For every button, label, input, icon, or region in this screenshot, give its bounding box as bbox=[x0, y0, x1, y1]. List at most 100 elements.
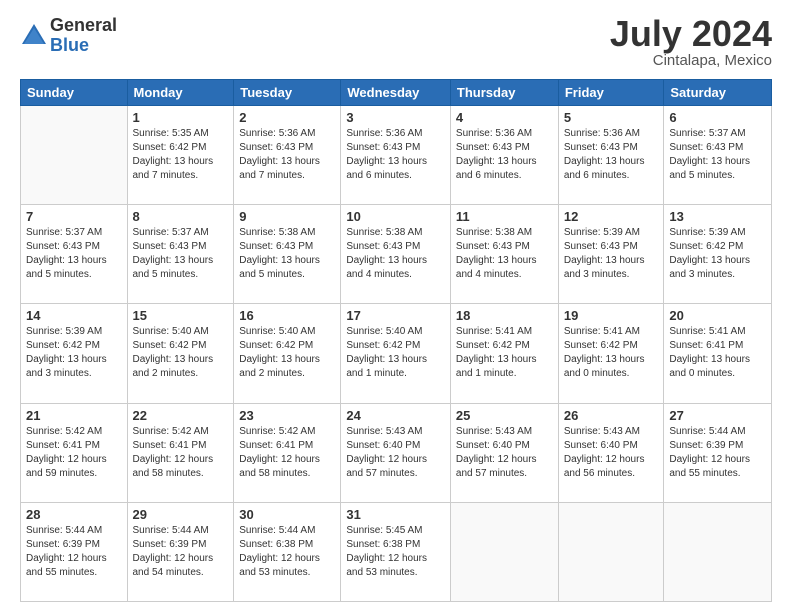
day-number: 10 bbox=[346, 209, 445, 224]
weekday-header-row: SundayMondayTuesdayWednesdayThursdayFrid… bbox=[21, 80, 772, 106]
day-number: 8 bbox=[133, 209, 229, 224]
day-detail: Sunrise: 5:41 AMSunset: 6:42 PMDaylight:… bbox=[456, 325, 553, 381]
week-row-5: 28 Sunrise: 5:44 AMSunset: 6:39 PMDayligh… bbox=[21, 502, 772, 601]
calendar-cell: 12Sunrise: 5:39 AMSunset: 6:43 PMDayligh… bbox=[558, 205, 664, 304]
calendar-cell: 22 Sunrise: 5:42 AMSunset: 6:41 PMDayligh… bbox=[127, 403, 234, 502]
day-detail: Sunrise: 5:42 AMSunset: 6:41 PMDaylight:… bbox=[133, 425, 229, 481]
calendar-cell: 20Sunrise: 5:41 AMSunset: 6:41 PMDayligh… bbox=[664, 304, 772, 403]
day-detail: Sunrise: 5:38 AMSunset: 6:43 PMDaylight:… bbox=[456, 226, 553, 282]
day-number: 6 bbox=[669, 110, 766, 125]
day-detail: Sunrise: 5:43 AMSunset: 6:40 PMDaylight:… bbox=[456, 425, 553, 481]
day-detail: Sunrise: 5:37 AMSunset: 6:43 PMDaylight:… bbox=[26, 226, 122, 282]
logo-text: General Blue bbox=[50, 16, 117, 56]
day-detail: Sunrise: 5:44 AMSunset: 6:39 PMDaylight:… bbox=[669, 425, 766, 481]
day-number: 25 bbox=[456, 408, 553, 423]
day-detail: Sunrise: 5:41 AMSunset: 6:41 PMDaylight:… bbox=[669, 325, 766, 381]
day-detail: Sunrise: 5:39 AMSunset: 6:42 PMDaylight:… bbox=[26, 325, 122, 381]
calendar-cell bbox=[558, 502, 664, 601]
day-number: 28 bbox=[26, 507, 122, 522]
day-number: 23 bbox=[239, 408, 335, 423]
day-detail: Sunrise: 5:36 AMSunset: 6:43 PMDaylight:… bbox=[564, 127, 659, 183]
calendar-cell: 2Sunrise: 5:36 AMSunset: 6:43 PMDaylight… bbox=[234, 106, 341, 205]
day-detail: Sunrise: 5:43 AMSunset: 6:40 PMDaylight:… bbox=[564, 425, 659, 481]
calendar-cell: 26 Sunrise: 5:43 AMSunset: 6:40 PMDayligh… bbox=[558, 403, 664, 502]
day-detail: Sunrise: 5:38 AMSunset: 6:43 PMDaylight:… bbox=[239, 226, 335, 282]
calendar-cell: 14 Sunrise: 5:39 AMSunset: 6:42 PMDayligh… bbox=[21, 304, 128, 403]
calendar-cell: 18 Sunrise: 5:41 AMSunset: 6:42 PMDayligh… bbox=[450, 304, 558, 403]
logo-blue-text: Blue bbox=[50, 36, 117, 56]
header: General Blue July 2024 Cintalapa, Mexico bbox=[20, 16, 772, 69]
week-row-4: 21 Sunrise: 5:42 AMSunset: 6:41 PMDayligh… bbox=[21, 403, 772, 502]
day-number: 15 bbox=[133, 308, 229, 323]
weekday-thursday: Thursday bbox=[450, 80, 558, 106]
day-detail: Sunrise: 5:36 AMSunset: 6:43 PMDaylight:… bbox=[456, 127, 553, 183]
day-detail: Sunrise: 5:44 AMSunset: 6:39 PMDaylight:… bbox=[26, 524, 122, 580]
day-number: 11 bbox=[456, 209, 553, 224]
day-number: 3 bbox=[346, 110, 445, 125]
day-detail: Sunrise: 5:41 AMSunset: 6:42 PMDaylight:… bbox=[564, 325, 659, 381]
day-number: 17 bbox=[346, 308, 445, 323]
day-detail: Sunrise: 5:39 AMSunset: 6:43 PMDaylight:… bbox=[564, 226, 659, 282]
day-number: 19 bbox=[564, 308, 659, 323]
title-block: July 2024 Cintalapa, Mexico bbox=[610, 16, 772, 69]
day-number: 4 bbox=[456, 110, 553, 125]
logo: General Blue bbox=[20, 16, 117, 56]
day-number: 26 bbox=[564, 408, 659, 423]
day-number: 24 bbox=[346, 408, 445, 423]
week-row-3: 14 Sunrise: 5:39 AMSunset: 6:42 PMDayligh… bbox=[21, 304, 772, 403]
day-detail: Sunrise: 5:44 AMSunset: 6:39 PMDaylight:… bbox=[133, 524, 229, 580]
day-number: 27 bbox=[669, 408, 766, 423]
calendar-cell: 11 Sunrise: 5:38 AMSunset: 6:43 PMDayligh… bbox=[450, 205, 558, 304]
calendar-cell: 17 Sunrise: 5:40 AMSunset: 6:42 PMDayligh… bbox=[341, 304, 451, 403]
calendar-cell: 13 Sunrise: 5:39 AMSunset: 6:42 PMDayligh… bbox=[664, 205, 772, 304]
calendar-cell: 1 Sunrise: 5:35 AMSunset: 6:42 PMDaylight… bbox=[127, 106, 234, 205]
weekday-saturday: Saturday bbox=[664, 80, 772, 106]
calendar-table: SundayMondayTuesdayWednesdayThursdayFrid… bbox=[20, 79, 772, 602]
week-row-2: 7Sunrise: 5:37 AMSunset: 6:43 PMDaylight… bbox=[21, 205, 772, 304]
day-detail: Sunrise: 5:36 AMSunset: 6:43 PMDaylight:… bbox=[346, 127, 445, 183]
calendar-cell: 28 Sunrise: 5:44 AMSunset: 6:39 PMDayligh… bbox=[21, 502, 128, 601]
calendar-cell: 21 Sunrise: 5:42 AMSunset: 6:41 PMDayligh… bbox=[21, 403, 128, 502]
day-detail: Sunrise: 5:43 AMSunset: 6:40 PMDaylight:… bbox=[346, 425, 445, 481]
day-number: 21 bbox=[26, 408, 122, 423]
calendar-cell bbox=[664, 502, 772, 601]
calendar-cell: 29Sunrise: 5:44 AMSunset: 6:39 PMDayligh… bbox=[127, 502, 234, 601]
day-detail: Sunrise: 5:37 AMSunset: 6:43 PMDaylight:… bbox=[669, 127, 766, 183]
day-number: 22 bbox=[133, 408, 229, 423]
calendar-page: General Blue July 2024 Cintalapa, Mexico… bbox=[0, 0, 792, 612]
day-detail: Sunrise: 5:45 AMSunset: 6:38 PMDaylight:… bbox=[346, 524, 445, 580]
day-detail: Sunrise: 5:42 AMSunset: 6:41 PMDaylight:… bbox=[26, 425, 122, 481]
calendar-cell: 27 Sunrise: 5:44 AMSunset: 6:39 PMDayligh… bbox=[664, 403, 772, 502]
calendar-cell: 9 Sunrise: 5:38 AMSunset: 6:43 PMDaylight… bbox=[234, 205, 341, 304]
calendar-cell: 25 Sunrise: 5:43 AMSunset: 6:40 PMDayligh… bbox=[450, 403, 558, 502]
logo-general-text: General bbox=[50, 16, 117, 36]
day-detail: Sunrise: 5:36 AMSunset: 6:43 PMDaylight:… bbox=[239, 127, 335, 183]
day-detail: Sunrise: 5:37 AMSunset: 6:43 PMDaylight:… bbox=[133, 226, 229, 282]
weekday-tuesday: Tuesday bbox=[234, 80, 341, 106]
calendar-cell bbox=[450, 502, 558, 601]
day-number: 30 bbox=[239, 507, 335, 522]
calendar-cell: 30 Sunrise: 5:44 AMSunset: 6:38 PMDayligh… bbox=[234, 502, 341, 601]
day-detail: Sunrise: 5:39 AMSunset: 6:42 PMDaylight:… bbox=[669, 226, 766, 282]
weekday-friday: Friday bbox=[558, 80, 664, 106]
day-number: 5 bbox=[564, 110, 659, 125]
day-detail: Sunrise: 5:35 AMSunset: 6:42 PMDaylight:… bbox=[133, 127, 229, 183]
day-number: 13 bbox=[669, 209, 766, 224]
day-detail: Sunrise: 5:44 AMSunset: 6:38 PMDaylight:… bbox=[239, 524, 335, 580]
day-number: 16 bbox=[239, 308, 335, 323]
calendar-cell: 4 Sunrise: 5:36 AMSunset: 6:43 PMDaylight… bbox=[450, 106, 558, 205]
day-detail: Sunrise: 5:42 AMSunset: 6:41 PMDaylight:… bbox=[239, 425, 335, 481]
day-number: 14 bbox=[26, 308, 122, 323]
calendar-cell: 31Sunrise: 5:45 AMSunset: 6:38 PMDayligh… bbox=[341, 502, 451, 601]
calendar-cell: 10 Sunrise: 5:38 AMSunset: 6:43 PMDayligh… bbox=[341, 205, 451, 304]
calendar-cell bbox=[21, 106, 128, 205]
day-detail: Sunrise: 5:40 AMSunset: 6:42 PMDaylight:… bbox=[346, 325, 445, 381]
day-number: 1 bbox=[133, 110, 229, 125]
calendar-cell: 24 Sunrise: 5:43 AMSunset: 6:40 PMDayligh… bbox=[341, 403, 451, 502]
day-number: 9 bbox=[239, 209, 335, 224]
weekday-wednesday: Wednesday bbox=[341, 80, 451, 106]
day-number: 18 bbox=[456, 308, 553, 323]
calendar-cell: 16Sunrise: 5:40 AMSunset: 6:42 PMDayligh… bbox=[234, 304, 341, 403]
day-detail: Sunrise: 5:38 AMSunset: 6:43 PMDaylight:… bbox=[346, 226, 445, 282]
calendar-cell: 6 Sunrise: 5:37 AMSunset: 6:43 PMDaylight… bbox=[664, 106, 772, 205]
